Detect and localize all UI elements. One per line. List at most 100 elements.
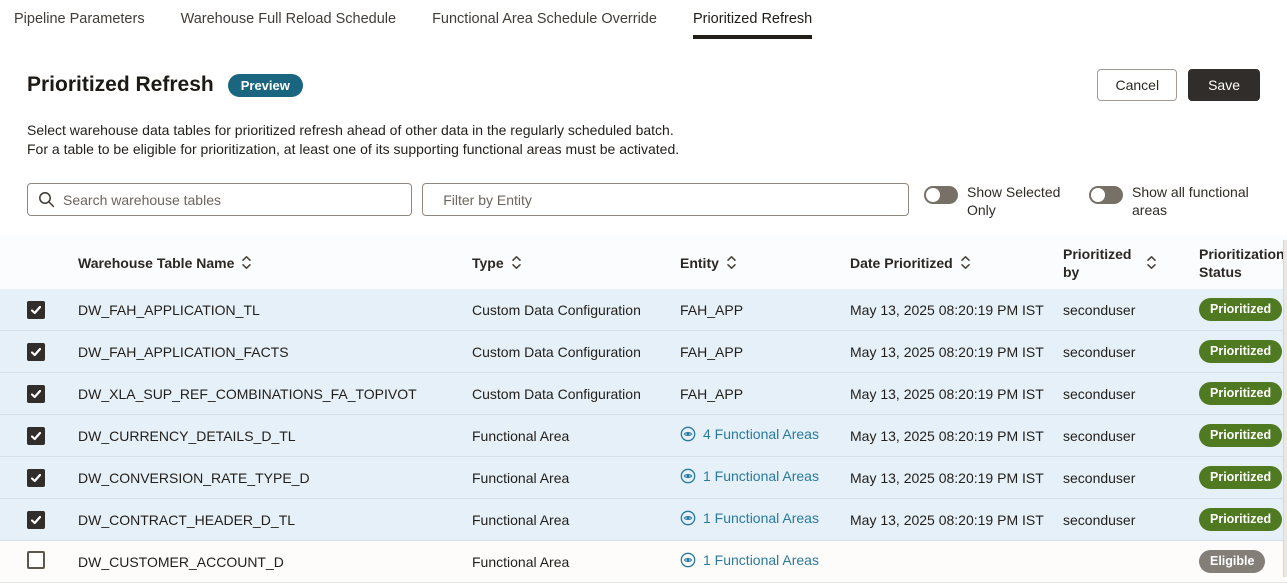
column-header-prioritization-status: Prioritization Status (1199, 245, 1287, 281)
sort-icon[interactable] (511, 255, 522, 270)
checked-checkbox[interactable] (27, 301, 45, 319)
prioritization-status-cell: Prioritized (1199, 298, 1287, 321)
date-prioritized-cell: May 13, 2025 08:20:19 PM IST (850, 302, 1063, 318)
prioritization-status-cell: Prioritized (1199, 340, 1287, 363)
status-badge: Prioritized (1199, 340, 1282, 363)
functional-areas-link-label: 1 Functional Areas (703, 468, 819, 484)
type-cell: Custom Data Configuration (472, 386, 680, 402)
description-line-1: Select warehouse data tables for priorit… (27, 121, 1260, 140)
type-cell: Functional Area (472, 470, 680, 486)
prioritization-status-cell: Eligible (1199, 550, 1287, 573)
warehouse-table-name-cell: DW_XLA_SUP_REF_COMBINATIONS_FA_TOPIVOT (78, 386, 472, 402)
show-selected-only-label: Show Selected Only (967, 183, 1063, 219)
tab-warehouse-full-reload-schedule[interactable]: Warehouse Full Reload Schedule (181, 11, 396, 39)
functional-areas-link-label: 1 Functional Areas (703, 510, 819, 526)
column-label: Prioritization Status (1199, 245, 1287, 281)
column-header-warehouse-table-name[interactable]: Warehouse Table Name (78, 255, 472, 271)
row-checkbox-cell (0, 469, 78, 487)
warehouse-table-name-cell: DW_CONTRACT_HEADER_D_TL (78, 512, 472, 528)
warehouse-table-name-cell: DW_FAH_APPLICATION_TL (78, 302, 472, 318)
type-cell: Functional Area (472, 554, 680, 570)
column-label: Type (472, 255, 504, 271)
column-label: Date Prioritized (850, 255, 953, 271)
prioritized-by-cell: seconduser (1063, 386, 1199, 402)
show-all-functional-areas-label: Show all functional areas (1132, 183, 1260, 219)
sort-icon[interactable] (960, 255, 971, 270)
entity-cell: 1 Functional Areas (680, 552, 850, 571)
entity-cell: FAH_APP (680, 302, 850, 318)
status-badge: Prioritized (1199, 508, 1282, 531)
table-row[interactable]: DW_CURRENCY_DETAILS_D_TLFunctional Area 4… (0, 415, 1287, 457)
warehouse-table-name-cell: DW_CURRENCY_DETAILS_D_TL (78, 428, 472, 444)
functional-areas-link[interactable]: 4 Functional Areas (680, 426, 819, 442)
row-checkbox-cell (0, 427, 78, 445)
status-badge: Prioritized (1199, 382, 1282, 405)
row-checkbox-cell (0, 385, 78, 403)
show-selected-only-toggle[interactable] (924, 186, 958, 204)
sort-icon[interactable] (1146, 255, 1157, 270)
vertical-scrollbar[interactable] (1283, 240, 1287, 577)
status-badge: Prioritized (1199, 298, 1282, 321)
save-button[interactable]: Save (1188, 69, 1260, 101)
preview-badge: Preview (228, 74, 303, 97)
show-all-functional-areas-toggle[interactable] (1089, 186, 1123, 204)
checked-checkbox[interactable] (27, 427, 45, 445)
show-selected-only-toggle-group: Show Selected Only (924, 183, 1063, 219)
filter-row: Show Selected Only Show all functional a… (27, 183, 1260, 219)
date-prioritized-cell: May 13, 2025 08:20:19 PM IST (850, 386, 1063, 402)
date-prioritized-cell: May 13, 2025 08:20:19 PM IST (850, 428, 1063, 444)
toggle-knob (926, 188, 940, 202)
checked-checkbox[interactable] (27, 343, 45, 361)
table-row[interactable]: DW_XLA_SUP_REF_COMBINATIONS_FA_TOPIVOTCu… (0, 373, 1287, 415)
search-box[interactable] (27, 183, 412, 216)
warehouse-table-name-cell: DW_CONVERSION_RATE_TYPE_D (78, 470, 472, 486)
checked-checkbox[interactable] (27, 511, 45, 529)
checked-checkbox[interactable] (27, 469, 45, 487)
row-checkbox-cell (0, 551, 78, 572)
prioritization-status-cell: Prioritized (1199, 382, 1287, 405)
search-warehouse-tables-input[interactable] (55, 192, 411, 208)
page-header: Prioritized Refresh Preview Cancel Save (27, 69, 1260, 101)
functional-areas-link-label: 4 Functional Areas (703, 426, 819, 442)
tab-pipeline-parameters[interactable]: Pipeline Parameters (14, 11, 145, 39)
toggle-knob (1091, 188, 1105, 202)
table-header-row: Warehouse Table Name Type Entity Date Pr… (0, 236, 1287, 289)
functional-areas-link-label: 1 Functional Areas (703, 552, 819, 568)
status-badge: Prioritized (1199, 466, 1282, 489)
show-all-functional-areas-toggle-group: Show all functional areas (1089, 183, 1260, 219)
column-header-entity[interactable]: Entity (680, 255, 850, 271)
functional-areas-link[interactable]: 1 Functional Areas (680, 510, 819, 526)
warehouse-tables-table: Warehouse Table Name Type Entity Date Pr… (0, 236, 1287, 583)
date-prioritized-cell: May 13, 2025 08:20:19 PM IST (850, 512, 1063, 528)
entity-cell: 4 Functional Areas (680, 426, 850, 445)
filter-by-entity-input[interactable] (435, 192, 908, 208)
eye-icon (680, 510, 696, 526)
unchecked-checkbox[interactable] (27, 551, 45, 569)
entity-cell: 1 Functional Areas (680, 510, 850, 529)
column-header-date-prioritized[interactable]: Date Prioritized (850, 255, 1063, 271)
sort-icon[interactable] (241, 255, 252, 270)
type-cell: Custom Data Configuration (472, 344, 680, 360)
entity-filter-box[interactable] (422, 183, 909, 216)
column-label: Prioritized by (1063, 245, 1139, 281)
table-row[interactable]: DW_CONVERSION_RATE_TYPE_DFunctional Area… (0, 457, 1287, 499)
column-label: Warehouse Table Name (78, 255, 234, 271)
search-icon (38, 191, 55, 208)
sort-icon[interactable] (726, 255, 737, 270)
date-prioritized-cell: May 13, 2025 08:20:19 PM IST (850, 470, 1063, 486)
column-header-prioritized-by[interactable]: Prioritized by (1063, 245, 1199, 281)
column-header-type[interactable]: Type (472, 255, 680, 271)
table-body: DW_FAH_APPLICATION_TL Custom Data Configu… (0, 289, 1287, 583)
table-row[interactable]: DW_FAH_APPLICATION_FACTSCustom Data Conf… (0, 331, 1287, 373)
tab-functional-area-schedule-override[interactable]: Functional Area Schedule Override (432, 11, 657, 39)
table-row[interactable]: DW_CONTRACT_HEADER_D_TLFunctional Area1 … (0, 499, 1287, 541)
prioritization-status-cell: Prioritized (1199, 424, 1287, 447)
functional-areas-link[interactable]: 1 Functional Areas (680, 468, 819, 484)
cancel-button[interactable]: Cancel (1097, 69, 1177, 101)
row-checkbox-cell (0, 511, 78, 529)
functional-areas-link[interactable]: 1 Functional Areas (680, 552, 819, 568)
type-cell: Functional Area (472, 428, 680, 444)
checked-checkbox[interactable] (27, 385, 45, 403)
table-row[interactable]: DW_FAH_APPLICATION_TLCustom Data Configu… (0, 289, 1287, 331)
tab-prioritized-refresh[interactable]: Prioritized Refresh (693, 11, 812, 39)
